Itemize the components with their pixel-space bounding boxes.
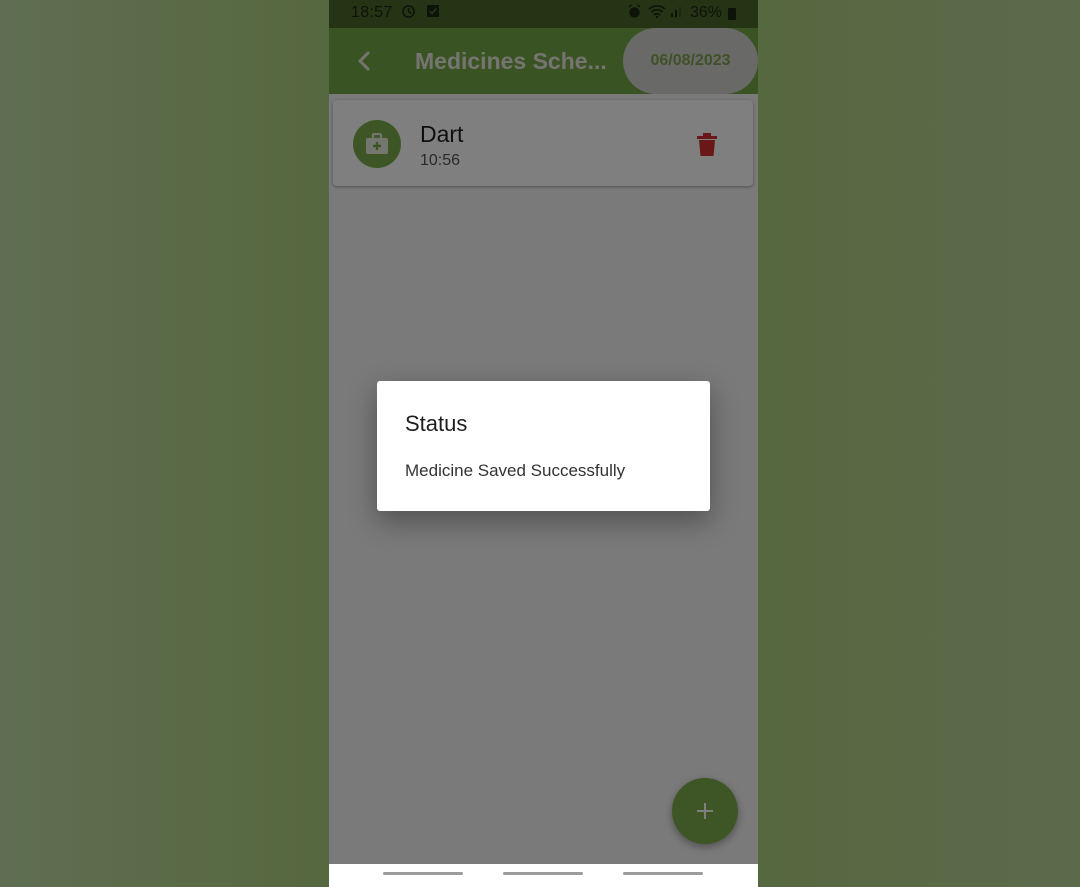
navigation-bar	[329, 864, 758, 887]
nav-back-handle[interactable]	[623, 872, 703, 875]
phone-screen: 18:57 36% Medicines Sche... 06/08/2023	[329, 0, 758, 887]
dialog-message: Medicine Saved Successfully	[405, 461, 626, 480]
dialog-title: Status	[405, 411, 468, 436]
nav-home-handle[interactable]	[503, 872, 583, 875]
status-dialog: Status Medicine Saved Successfully	[377, 381, 710, 511]
nav-recent-handle[interactable]	[383, 872, 463, 875]
